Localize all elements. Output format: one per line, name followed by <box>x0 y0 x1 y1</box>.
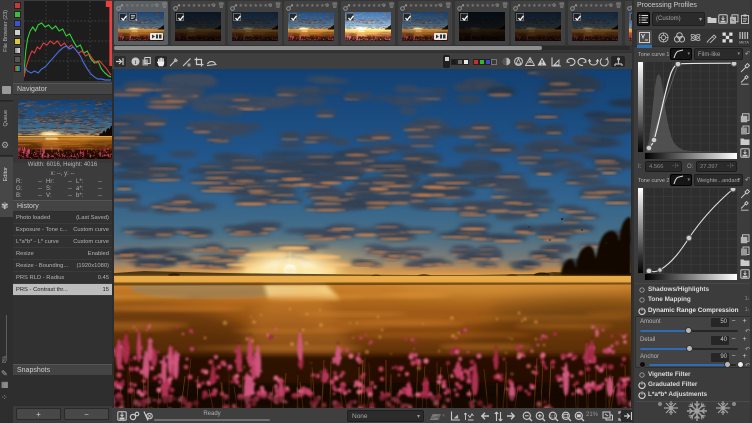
svg-text:i: i <box>134 59 136 66</box>
svg-text:1:1: 1:1 <box>550 413 557 418</box>
svg-text:META: META <box>739 41 749 45</box>
